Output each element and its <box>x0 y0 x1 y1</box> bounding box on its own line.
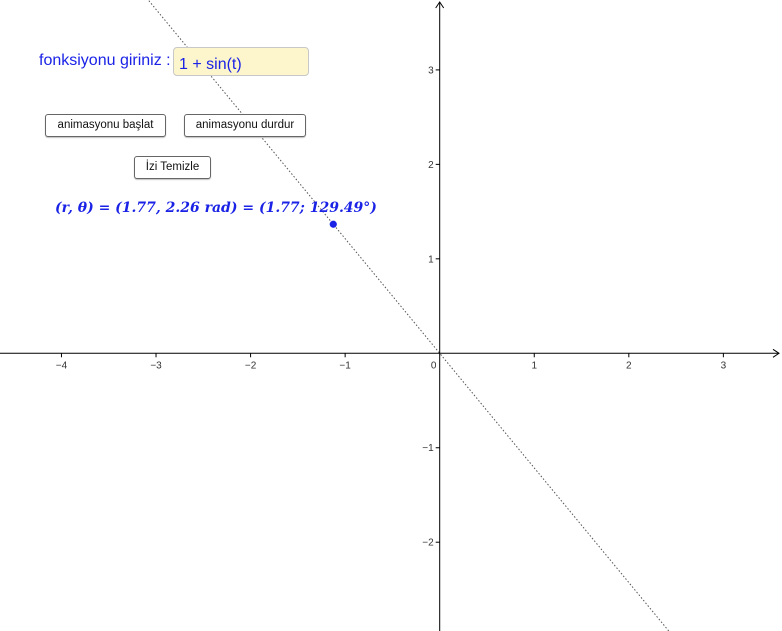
graphics-view[interactable]: −4 −3 −2 −1 0 1 2 3 3 2 1 −1 −2 <box>0 0 782 631</box>
stop-animation-button[interactable]: animasyonu durdur <box>184 114 306 137</box>
polar-coordinates-readout: (r, θ) = (1.77, 2.26 rad) = (1.77; 129.4… <box>55 200 377 216</box>
start-animation-button[interactable]: animasyonu başlat <box>45 114 166 137</box>
y-axis-ticks: 3 2 1 −1 −2 <box>422 65 440 549</box>
x-axis-ticks: −4 −3 −2 −1 0 1 2 3 <box>56 353 727 371</box>
x-tick-label: −2 <box>245 360 257 371</box>
polar-point[interactable] <box>329 220 337 228</box>
x-tick-label: −3 <box>150 360 162 371</box>
x-tick-label: −4 <box>56 360 68 371</box>
x-tick-label: 2 <box>626 360 632 371</box>
y-tick-label: −1 <box>422 443 434 454</box>
x-tick-label: 1 <box>531 360 537 371</box>
clear-trace-button[interactable]: İzi Temizle <box>134 156 211 179</box>
guide-line <box>147 0 670 631</box>
y-tick-label: 2 <box>428 160 434 171</box>
x-tick-label: 0 <box>431 360 437 371</box>
y-tick-label: −2 <box>422 538 434 549</box>
function-input-label: fonksiyonu giriniz : <box>39 52 171 69</box>
x-tick-label: −1 <box>339 360 351 371</box>
function-input[interactable] <box>173 47 309 76</box>
y-tick-label: 1 <box>428 254 434 265</box>
x-tick-label: 3 <box>721 360 727 371</box>
y-tick-label: 3 <box>428 65 434 76</box>
geogebra-applet: −4 −3 −2 −1 0 1 2 3 3 2 1 −1 −2 fonksiyonu giriniz … <box>0 0 782 631</box>
